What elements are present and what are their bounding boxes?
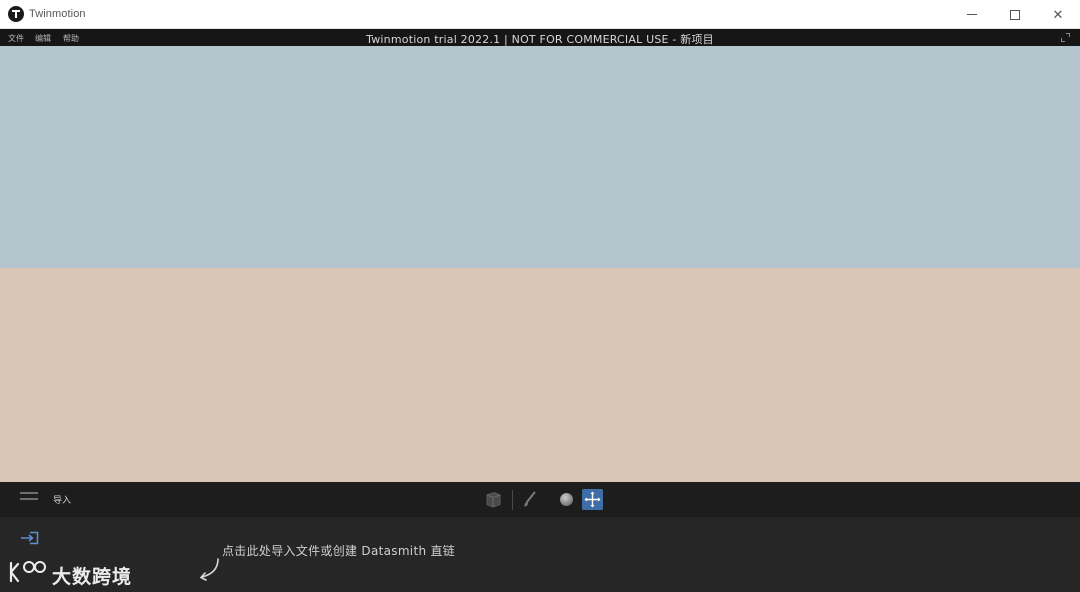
import-icon[interactable]: [20, 531, 39, 545]
sphere-icon[interactable]: [560, 493, 573, 506]
window-title: Twinmotion: [29, 8, 86, 20]
close-button[interactable]: ✕: [1038, 0, 1078, 29]
minimize-button[interactable]: [952, 0, 992, 29]
window-titlebar: Twinmotion ✕: [0, 0, 1080, 29]
maximize-button[interactable]: [995, 0, 1035, 29]
move-icon[interactable]: [582, 489, 603, 510]
brush-icon[interactable]: [522, 491, 537, 508]
cube-icon[interactable]: [485, 491, 502, 508]
toolbar-divider: [512, 490, 513, 510]
twinmotion-logo-icon: [8, 6, 24, 22]
project-title: Twinmotion trial 2022.1 | NOT FOR COMMER…: [366, 33, 714, 46]
watermark-text: 大数跨境: [52, 566, 133, 588]
watermark-logo-icon: [9, 561, 46, 583]
viewport-ground: [0, 268, 1080, 482]
fullscreen-icon[interactable]: [1061, 33, 1070, 42]
minimize-icon: [967, 14, 977, 15]
menu-icon[interactable]: [20, 492, 38, 506]
maximize-icon: [1010, 9, 1020, 20]
import-hint-text: 点击此处导入文件或创建 Datasmith 直链: [222, 544, 456, 558]
3d-viewport[interactable]: [0, 46, 1080, 482]
app-menubar: 文件 编辑 帮助 Twinmotion trial 2022.1 | NOT F…: [0, 29, 1080, 46]
close-icon: ✕: [1052, 7, 1064, 22]
library-panel: 点击此处导入文件或创建 Datasmith 直链: [0, 517, 1080, 592]
curved-arrow-icon: [199, 558, 219, 581]
viewport-sky: [0, 46, 1080, 268]
bottom-toolbar: 导入: [0, 482, 1080, 517]
import-tab[interactable]: 导入: [53, 493, 71, 506]
